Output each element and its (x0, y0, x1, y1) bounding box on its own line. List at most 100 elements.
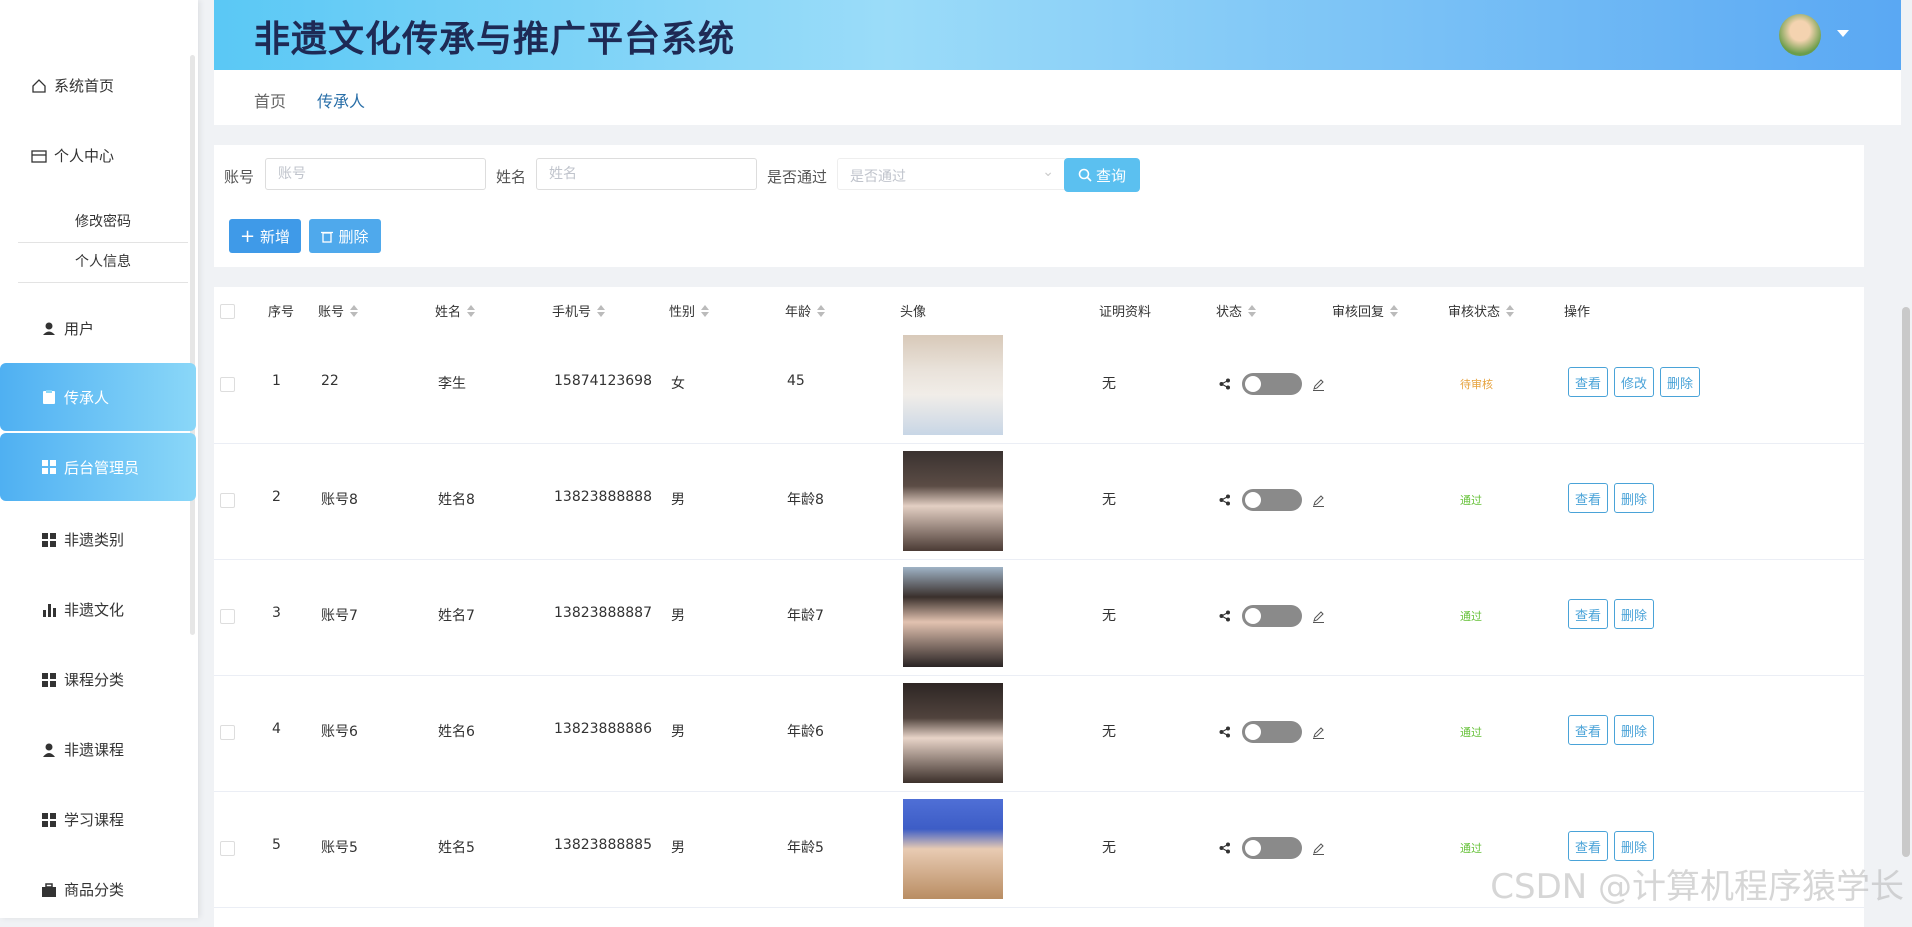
sidebar-item-center[interactable]: 个人中心 (30, 145, 226, 166)
row-checkbox[interactable] (220, 493, 235, 508)
select-all-checkbox[interactable] (220, 304, 235, 319)
sort-icon[interactable] (350, 304, 359, 317)
sort-icon[interactable] (1248, 304, 1257, 317)
sort-icon[interactable] (597, 304, 606, 317)
cell-name: 姓名5 (438, 840, 475, 856)
sort-icon[interactable] (817, 304, 826, 317)
sidebar-item-goods-category[interactable]: 商品分类 (40, 879, 236, 900)
row-action-button[interactable]: 查看 (1568, 715, 1608, 745)
share-icon[interactable] (1219, 842, 1231, 854)
passed-select[interactable]: 是否通过 ⌄ (837, 158, 1067, 190)
cell-phone: 13823888887 (554, 605, 652, 621)
sidebar-item-heritage-culture[interactable]: 非遗文化 (40, 599, 236, 620)
account-input[interactable] (265, 158, 486, 190)
row-checkbox[interactable] (220, 725, 235, 740)
column-header-name[interactable]: 姓名 (435, 301, 476, 320)
sidebar-item-label: 传承人 (64, 388, 110, 407)
edit-pencil-icon[interactable] (1312, 610, 1325, 623)
sort-icon[interactable] (467, 304, 476, 317)
sidebar-item-users[interactable]: 用户 (40, 318, 236, 339)
table-row: 3 账号7 姓名7 13823888887 男 年龄7 无 通过 查看 删除 (214, 559, 1864, 676)
column-header-status[interactable]: 状态 (1216, 301, 1257, 320)
sidebar-item-home[interactable]: 系统首页 (30, 75, 226, 96)
column-header-audit-reply[interactable]: 审核回复 (1332, 301, 1399, 320)
sidebar-item-admin[interactable]: 后台管理员 (0, 433, 196, 501)
row-action-button[interactable]: 修改 (1614, 367, 1654, 397)
sort-icon[interactable] (1506, 304, 1515, 317)
cell-gender: 男 (671, 724, 685, 740)
edit-pencil-icon[interactable] (1312, 726, 1325, 739)
avatar-photo[interactable] (903, 335, 1003, 435)
caret-down-icon[interactable] (1837, 30, 1849, 37)
toggle-knob (1245, 492, 1261, 508)
search-panel: 账号 姓名 是否通过 是否通过 ⌄ 查询 + 新增 删除 (214, 145, 1864, 267)
avatar-photo[interactable] (903, 799, 1003, 899)
sidebar-sub-personal-info[interactable]: 个人信息 (18, 252, 188, 283)
row-checkbox[interactable] (220, 377, 235, 392)
status-toggle[interactable] (1242, 721, 1302, 743)
breadcrumb-home[interactable]: 首页 (254, 88, 286, 112)
edit-pencil-icon[interactable] (1312, 842, 1325, 855)
row-action-button[interactable]: 删除 (1614, 831, 1654, 861)
audit-status-badge: 通过 (1460, 494, 1482, 507)
row-checkbox[interactable] (220, 841, 235, 856)
sort-icon[interactable] (701, 304, 710, 317)
row-action-button[interactable]: 删除 (1614, 483, 1654, 513)
column-header-phone[interactable]: 手机号 (552, 301, 606, 320)
status-toggle[interactable] (1242, 605, 1302, 627)
status-toggle[interactable] (1242, 489, 1302, 511)
column-header-audit-status[interactable]: 审核状态 (1448, 301, 1515, 320)
row-action-button[interactable]: 删除 (1614, 715, 1654, 745)
cell-proof: 无 (1102, 492, 1116, 508)
share-icon[interactable] (1219, 610, 1231, 622)
passed-select-placeholder: 是否通过 (850, 169, 906, 185)
cell-name: 姓名8 (438, 492, 475, 508)
delete-button-label: 删除 (338, 227, 369, 246)
id-card-icon (31, 149, 47, 163)
row-action-button[interactable]: 查看 (1568, 599, 1608, 629)
status-toggle[interactable] (1242, 837, 1302, 859)
edit-pencil-icon[interactable] (1312, 378, 1325, 391)
column-header-age[interactable]: 年龄 (785, 301, 826, 320)
sidebar-item-inheritor[interactable]: 传承人 (0, 363, 196, 431)
row-action-button[interactable]: 删除 (1614, 599, 1654, 629)
row-action-button[interactable]: 删除 (1660, 367, 1700, 397)
query-button[interactable]: 查询 (1064, 158, 1140, 192)
watermark: CSDN @计算机程序猿学长 (1490, 867, 1904, 907)
cell-proof: 无 (1102, 724, 1116, 740)
grid-icon (42, 672, 56, 687)
column-header-actions: 操作 (1564, 305, 1591, 320)
sort-icon[interactable] (1390, 304, 1399, 317)
share-icon[interactable] (1219, 494, 1231, 506)
status-toggle[interactable] (1242, 373, 1302, 395)
user-avatar[interactable] (1779, 14, 1821, 56)
sidebar-item-course-category[interactable]: 课程分类 (40, 669, 236, 690)
row-action-button[interactable]: 查看 (1568, 831, 1608, 861)
avatar-photo[interactable] (903, 567, 1003, 667)
delete-button[interactable]: 删除 (309, 219, 381, 253)
cell-name: 李生 (438, 376, 466, 392)
row-action-button[interactable]: 查看 (1568, 367, 1608, 397)
row-action-button[interactable]: 查看 (1568, 483, 1608, 513)
column-header-gender[interactable]: 性别 (669, 301, 710, 320)
cell-account: 22 (321, 373, 339, 389)
row-checkbox[interactable] (220, 609, 235, 624)
sidebar-item-label: 非遗类别 (64, 531, 125, 549)
edit-pencil-icon[interactable] (1312, 494, 1325, 507)
sidebar-sub-change-password[interactable]: 修改密码 (18, 212, 188, 243)
sidebar-item-study-course[interactable]: 学习课程 (40, 809, 236, 830)
clipboard-icon (43, 390, 55, 404)
share-icon[interactable] (1219, 378, 1231, 390)
sidebar-item-heritage-course[interactable]: 非遗课程 (40, 739, 236, 760)
name-input[interactable] (536, 158, 757, 190)
audit-status-badge: 通过 (1460, 842, 1482, 855)
chevron-down-icon: ⌄ (1042, 164, 1054, 180)
sidebar-item-heritage-category[interactable]: 非遗类别 (40, 529, 236, 550)
avatar-photo[interactable] (903, 451, 1003, 551)
share-icon[interactable] (1219, 726, 1231, 738)
column-header-account[interactable]: 账号 (318, 301, 359, 320)
page-scrollbar[interactable] (1902, 307, 1910, 857)
add-button[interactable]: + 新增 (229, 219, 301, 253)
search-icon (1078, 168, 1092, 182)
avatar-photo[interactable] (903, 683, 1003, 783)
